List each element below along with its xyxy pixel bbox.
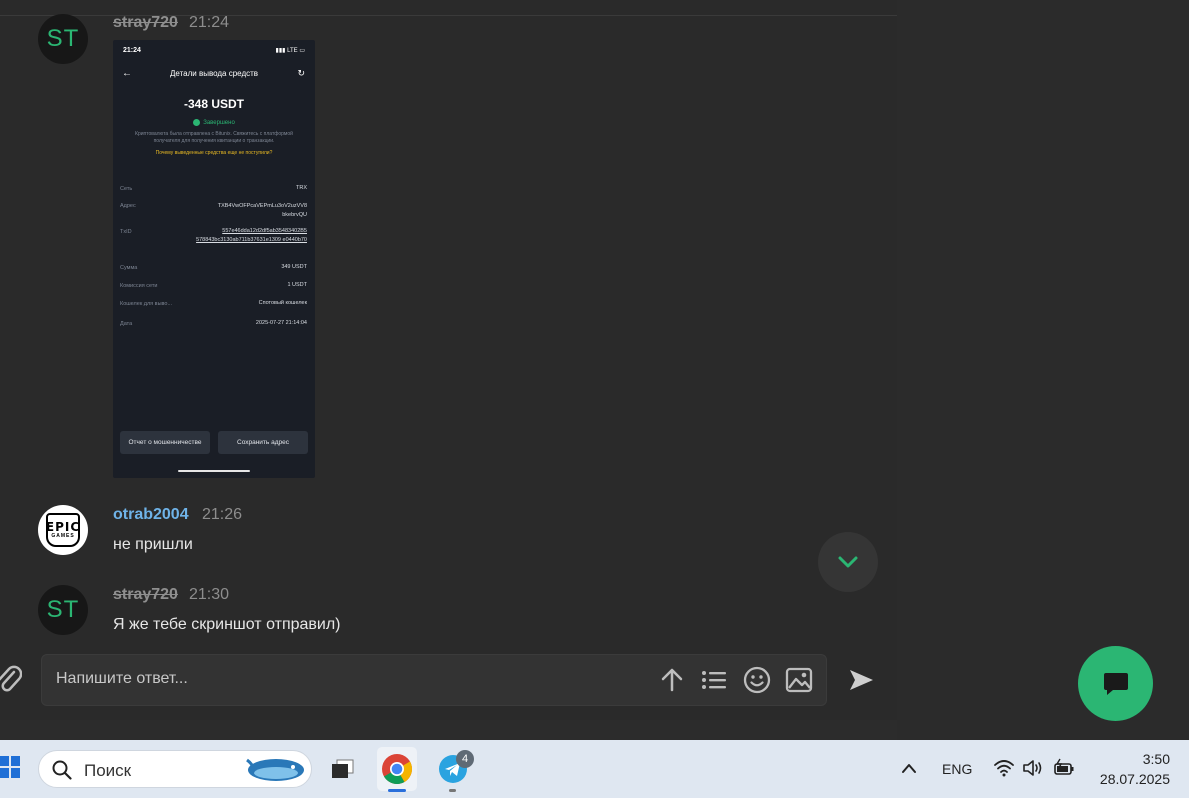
emoji-icon[interactable] [742,665,772,695]
detail-value: 1 USDT [287,282,307,288]
avatar[interactable]: EPIC GAMES [38,505,88,555]
avatar[interactable]: ST [38,14,88,64]
refresh-icon: ↻ [297,68,305,78]
scroll-to-bottom-button[interactable] [818,532,878,592]
attached-screenshot[interactable]: 21:24 ▮▮▮ LTE ▭ ← Детали вывода средств … [113,40,315,478]
detail-value: 2025-07-27 21:14:04 [255,320,307,326]
chat-panel: ST stray720 21:24 21:24 ▮▮▮ LTE ▭ ← Дета… [0,0,897,720]
clock-date: 28.07.2025 [1099,771,1170,787]
task-view-icon[interactable] [322,747,362,791]
message-username[interactable]: otrab2004 [113,506,189,524]
withdrawal-amount: -348 USDT [183,97,245,111]
phone-description: Криптовалюта была отправлена с Bitunix. … [135,131,293,144]
phone-status-network: ▮▮▮ LTE ▭ [275,48,305,54]
avatar[interactable]: ST [38,585,88,635]
language-indicator[interactable]: ENG [942,761,972,777]
notification-badge: 4 [456,750,474,768]
check-icon [193,119,201,126]
detail-value: TXB4VwOFPcaVEPmLu3oV2uzVV8 bkebrvQU [217,203,307,218]
chat-bubble-icon [1103,672,1128,695]
detail-label: TxID [120,229,132,235]
detail-label: Дата [120,321,133,327]
message-username[interactable]: stray720 [113,586,178,604]
running-app-indicator [449,789,456,792]
detail-label: Кошелек для выво... [120,301,173,307]
message-text: не пришли [113,536,193,553]
phone-screen-title: Детали вывода средств [169,69,259,78]
windows-start-icon[interactable] [0,752,22,782]
epic-games-logo: EPIC GAMES [46,513,80,547]
app-window: ST stray720 21:24 21:24 ▮▮▮ LTE ▭ ← Дета… [0,0,1189,740]
message-time: 21:26 [202,506,243,523]
active-app-indicator [388,789,406,792]
detail-label: Сумма [120,265,138,271]
support-chat-button[interactable] [1078,646,1153,721]
message-time: 21:30 [189,586,230,603]
bottom-strip [0,720,897,740]
message-text: Я же тебе скриншот отправил) [113,616,341,633]
detail-value: 557e46dda12d2df5ab35483402B5 578843bc313… [196,228,307,243]
volume-icon[interactable] [1022,759,1044,777]
status-badge: Завершено [113,119,315,126]
image-icon[interactable] [784,665,814,695]
detail-label: Адрес [120,203,136,209]
side-panel [897,0,1189,740]
chevron-up-icon[interactable] [900,760,918,776]
detail-label: Сеть [120,186,133,192]
phone-status-time: 21:24 [123,47,141,54]
send-icon[interactable] [846,665,876,695]
message-time: 21:24 [189,14,230,31]
attach-icon[interactable] [0,664,23,699]
upload-icon[interactable] [657,665,687,695]
clock-time: 3:50 [1142,751,1170,767]
phone-help-link: Почему выведенные средства еще не поступ… [155,150,273,156]
detail-value: TRX [296,185,307,191]
detail-value: Спотовый кошелек [258,300,307,306]
wifi-icon[interactable] [993,759,1015,777]
battery-icon[interactable] [1052,758,1076,778]
search-highlight-whale-icon [246,758,304,781]
search-label: Поиск [84,761,132,780]
report-fraud-button: Отчет о мошенничестве [120,431,210,454]
message-input-placeholder: Напишите ответ... [56,670,188,687]
list-icon[interactable] [699,665,729,695]
taskbar-search[interactable]: Поиск [38,750,312,788]
chevron-down-icon [838,556,858,568]
home-indicator [178,470,250,472]
detail-value: 349 USDT [281,264,307,270]
chrome-icon[interactable] [377,747,417,791]
taskbar-clock[interactable]: 3:50 28.07.2025 [1090,749,1170,789]
detail-label: Комиссия сети [120,283,158,289]
save-address-button: Сохранить адрес [218,431,308,454]
search-icon [52,760,72,780]
message-username[interactable]: stray720 [113,14,178,32]
